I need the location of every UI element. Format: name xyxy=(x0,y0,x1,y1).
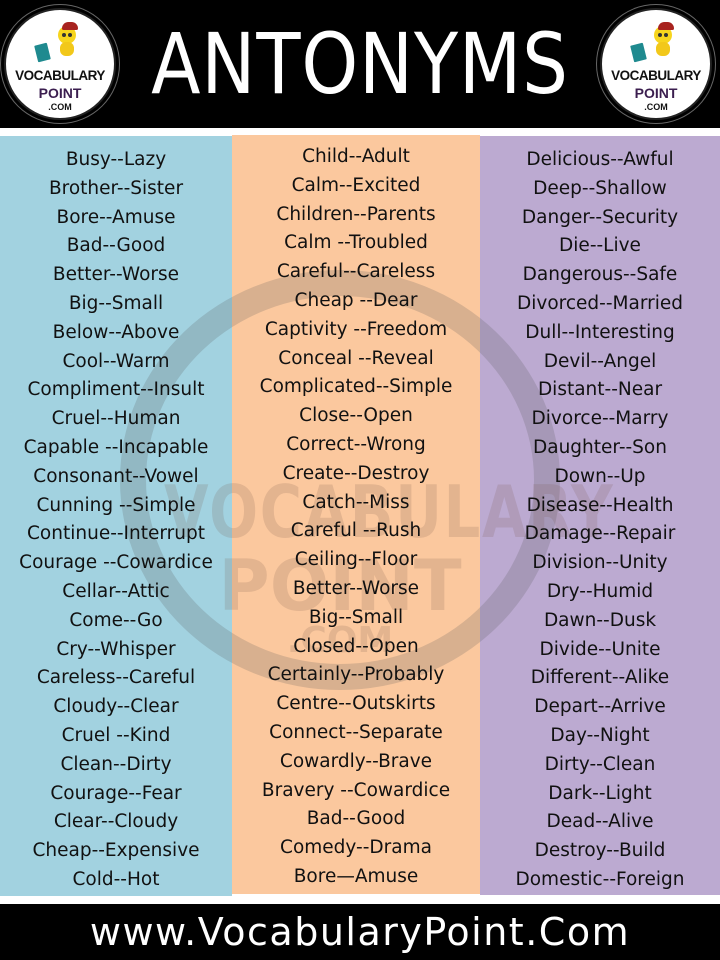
antonym-pair: Courage--Fear xyxy=(50,782,182,804)
book-icon xyxy=(630,42,647,63)
antonym-pair: Cunning --Simple xyxy=(36,494,196,516)
antonym-pair: Depart--Arrive xyxy=(534,696,666,718)
antonym-pair: Continue--Interrupt xyxy=(27,523,205,545)
book-icon xyxy=(34,42,51,63)
mascot-icon xyxy=(652,22,674,56)
antonym-pair: Die--Live xyxy=(559,235,641,257)
antonym-pair: Closed--Open xyxy=(293,635,419,657)
antonym-pair: Capable --Incapable xyxy=(23,436,209,458)
antonym-pair: Clean--Dirty xyxy=(60,753,172,775)
antonym-pair: Bravery --Cowardice xyxy=(261,779,451,801)
antonym-pair: Division--Unity xyxy=(532,552,668,574)
antonym-pair: Captivity --Freedom xyxy=(264,318,448,340)
antonym-pair: Children--Parents xyxy=(276,203,436,225)
antonym-pair: Close--Open xyxy=(299,405,413,427)
antonym-pair: Divorced--Married xyxy=(517,292,683,314)
antonym-pair: Catch--Miss xyxy=(302,491,410,513)
page-title: ANTONYMS xyxy=(151,15,569,113)
antonym-pair: Careless--Careful xyxy=(36,667,196,689)
antonym-pair: Bad--Good xyxy=(66,235,166,257)
antonym-pair: Calm--Excited xyxy=(291,174,421,196)
antonym-pair: Bore--Amuse xyxy=(56,206,176,228)
antonym-pair: Down--Up xyxy=(554,465,646,487)
antonym-list: Delicious--Awful Deep--Shallow Danger--Sec… xyxy=(480,146,720,895)
antonym-pair: Careful --Rush xyxy=(290,520,422,542)
antonym-pair: Compliment--Insult xyxy=(27,379,205,401)
logo-left: VOCABULARY POINT .COM xyxy=(4,8,116,120)
antonym-pair: Correct--Wrong xyxy=(286,433,426,455)
antonym-pair: Busy--Lazy xyxy=(65,149,167,170)
antonym-pair: Cowardly--Brave xyxy=(279,750,433,772)
antonym-pair: Cool--Warm xyxy=(62,350,170,372)
antonym-pair: Below--Above xyxy=(52,321,180,343)
antonym-pair: Destroy--Build xyxy=(534,840,666,862)
antonym-pair: Dark--Light xyxy=(548,782,652,804)
antonym-pair: Dirty--Clean xyxy=(544,753,656,775)
antonym-pair: Big--Small xyxy=(308,606,404,628)
antonym-pair: Different--Alike xyxy=(530,667,670,689)
antonym-pair: Better--Worse xyxy=(52,264,180,286)
antonym-pair: Devil--Angel xyxy=(543,350,657,372)
antonym-pair: Dead--Alive xyxy=(546,811,654,833)
antonym-column-2: Child--Adult Calm--Excited Children--Paren… xyxy=(232,135,480,894)
antonym-pair: Dull--Interesting xyxy=(525,321,675,343)
antonym-pair: Danger--Security xyxy=(521,206,679,228)
logo-line-1: VOCABULARY xyxy=(15,68,105,83)
antonym-pair: Cold--Hot xyxy=(72,868,160,890)
antonym-pair: Come--Go xyxy=(69,609,163,631)
antonym-pair: Damage--Repair xyxy=(524,523,676,545)
logo-line-2: POINT xyxy=(634,85,678,101)
antonym-pair: Day--Night xyxy=(550,724,650,746)
antonym-pair: Centre--Outskirts xyxy=(276,693,436,715)
antonym-column-1: Busy--Lazy Brother--Sister Bore--Amuse Bad-… xyxy=(0,136,232,896)
antonym-pair: Connect--Separate xyxy=(269,721,443,743)
logo-line-3: .COM xyxy=(644,102,668,112)
mascot-icon xyxy=(56,22,78,56)
antonym-pair: Distant--Near xyxy=(537,379,663,401)
antonym-pair: Cry--Whisper xyxy=(56,638,176,660)
antonym-pair: Cruel--Human xyxy=(51,408,181,430)
antonym-pair: Divide--Unite xyxy=(539,638,661,660)
footer-url: www.VocabularyPoint.Com xyxy=(0,904,720,960)
antonym-pair: Cheap --Dear xyxy=(294,289,418,311)
antonym-pair: Courage --Cowardice xyxy=(19,552,213,574)
antonym-pair: Disease--Health xyxy=(526,494,674,516)
antonym-pair: Clear--Cloudy xyxy=(53,811,179,833)
antonym-pair: Calm --Troubled xyxy=(284,232,428,254)
logo-right: VOCABULARY POINT .COM xyxy=(600,8,712,120)
antonym-pair: Dawn--Dusk xyxy=(543,609,657,631)
antonym-pair: Divorce--Marry xyxy=(531,408,669,430)
antonym-pair: Domestic--Foreign xyxy=(515,868,685,890)
antonym-pair: Child--Adult xyxy=(302,146,410,167)
antonym-pair: Delicious--Awful xyxy=(526,149,674,170)
antonym-pair: Daughter--Son xyxy=(533,436,667,458)
antonym-pair: Complicated--Simple xyxy=(259,376,453,398)
antonym-pair: Big--Small xyxy=(68,292,164,314)
antonym-pair: Conceal --Reveal xyxy=(278,347,434,369)
antonym-pair: Consonant--Vowel xyxy=(33,465,199,487)
header-banner: ANTONYMS VOCABULARY POINT .COM VOCABULAR… xyxy=(0,0,720,128)
antonym-pair: Comedy--Drama xyxy=(280,837,432,859)
logo-line-1: VOCABULARY xyxy=(611,68,701,83)
logo-line-2: POINT xyxy=(38,85,82,101)
antonym-pair: Cheap--Expensive xyxy=(32,840,200,862)
antonym-pair: Cloudy--Clear xyxy=(53,696,179,718)
antonym-pair: Better--Worse xyxy=(292,577,420,599)
antonym-pair: Cruel --Kind xyxy=(61,724,171,746)
antonym-pair: Certainly--Probably xyxy=(267,664,445,686)
antonym-pair: Cellar--Attic xyxy=(62,580,170,602)
antonym-pair: Dangerous--Safe xyxy=(522,264,678,286)
antonym-pair: Dry--Humid xyxy=(546,580,654,602)
logo-line-3: .COM xyxy=(48,102,72,112)
antonym-pair: Careful--Careless xyxy=(276,261,436,283)
antonym-pair: Brother--Sister xyxy=(48,177,184,199)
antonym-list: Child--Adult Calm--Excited Children--Paren… xyxy=(232,143,480,892)
antonym-pair: Bad--Good xyxy=(306,808,406,830)
antonym-pair: Ceiling--Floor xyxy=(294,549,418,571)
antonym-pair: Bore—Amuse xyxy=(293,865,419,887)
antonym-column-3: Delicious--Awful Deep--Shallow Danger--Sec… xyxy=(480,136,720,895)
antonym-list: Busy--Lazy Brother--Sister Bore--Amuse Bad-… xyxy=(0,146,232,895)
antonym-pair: Deep--Shallow xyxy=(533,177,667,199)
antonym-pair: Create--Destroy xyxy=(282,462,430,484)
